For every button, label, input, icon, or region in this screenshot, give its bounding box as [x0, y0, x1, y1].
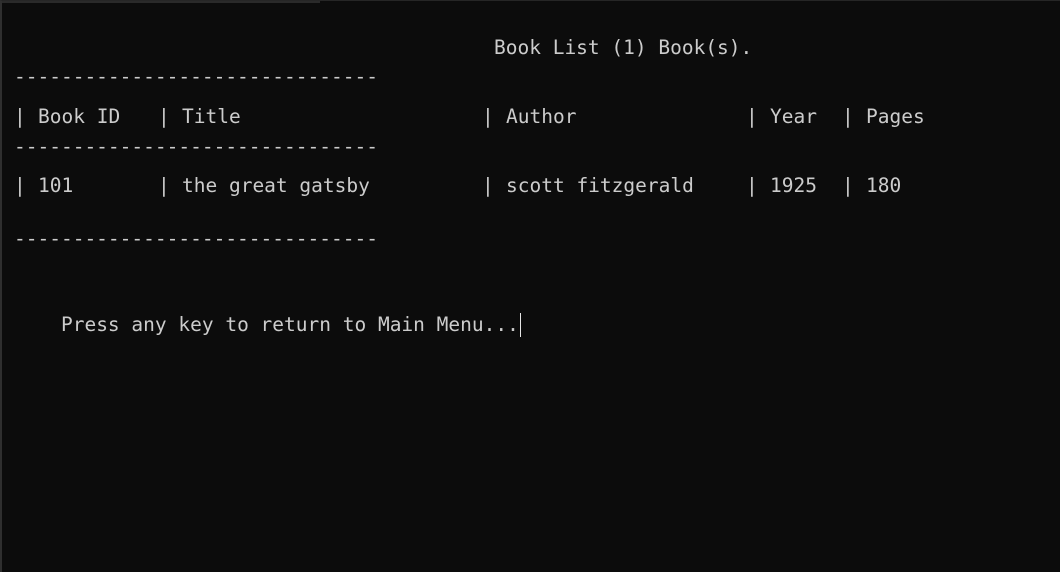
header-author: Author — [506, 105, 577, 128]
column-separator: | — [14, 105, 26, 128]
table-rule-header: ------------------------------- — [14, 135, 378, 158]
text-cursor — [519, 313, 522, 337]
return-prompt-text: Press any key to return to Main Menu... — [60, 313, 519, 336]
header-year: Year — [770, 105, 817, 128]
book-list-heading: Book List (1) Book(s). — [494, 36, 753, 59]
column-separator: | — [158, 105, 170, 128]
table-rule-top: ------------------------------- — [14, 65, 378, 88]
cell-book-id: 101 — [38, 174, 74, 197]
column-separator: | — [482, 174, 494, 197]
cell-title: the great gatsby — [182, 174, 370, 197]
header-pages: Pages — [866, 105, 925, 128]
table-header-row: | Book ID | Title | Author | Year | Page… — [14, 105, 925, 129]
cell-author: scott fitzgerald — [506, 174, 694, 197]
column-separator: | — [842, 105, 854, 128]
column-separator: | — [14, 174, 26, 197]
table-row: | 101 | the great gatsby | scott fitzger… — [14, 174, 901, 198]
column-separator: | — [746, 105, 758, 128]
return-prompt[interactable]: Press any key to return to Main Menu... — [14, 289, 522, 337]
column-separator: | — [158, 174, 170, 197]
cell-pages: 180 — [866, 174, 902, 197]
window-top-edge — [2, 1, 320, 3]
table-rule-bottom: ------------------------------- — [14, 227, 378, 250]
header-title: Title — [182, 105, 241, 128]
header-book-id: Book ID — [38, 105, 121, 128]
cell-year: 1925 — [770, 174, 817, 197]
column-separator: | — [842, 174, 854, 197]
column-separator: | — [746, 174, 758, 197]
terminal-window[interactable]: Book List (1) Book(s). -----------------… — [0, 0, 1060, 572]
column-separator: | — [482, 105, 494, 128]
